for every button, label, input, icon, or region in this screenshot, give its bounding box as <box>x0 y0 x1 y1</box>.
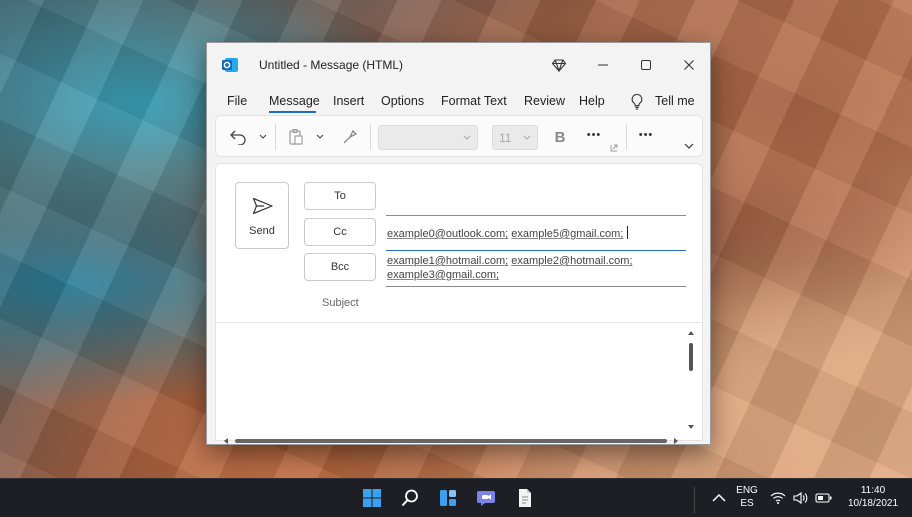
font-size-value: 11 <box>499 131 512 145</box>
cc-field[interactable]: example0@outlook.com; example5@gmail.com… <box>387 226 629 241</box>
send-button[interactable]: Send <box>235 182 289 249</box>
wifi-icon[interactable] <box>768 485 788 511</box>
language-top: ENG <box>736 485 758 496</box>
ribbon-divider <box>626 124 627 150</box>
bcc-recipient[interactable]: example2@hotmail.com; <box>511 255 632 267</box>
scroll-thumb[interactable] <box>689 343 693 371</box>
notepad-icon[interactable] <box>512 485 538 511</box>
tab-review[interactable]: Review <box>524 94 565 108</box>
tab-file[interactable]: File <box>227 94 247 108</box>
taskbar-divider <box>694 487 695 513</box>
font-size-select[interactable]: 11 <box>492 125 538 150</box>
bcc-field[interactable]: example1@hotmail.com; example2@hotmail.c… <box>387 254 633 282</box>
undo-icon[interactable] <box>228 127 248 147</box>
taskbar: ENG ES 11:40 10/18/2021 <box>0 478 912 517</box>
bcc-field-underline <box>386 286 686 287</box>
diamond-icon[interactable] <box>549 55 569 75</box>
cc-button[interactable]: Cc <box>304 218 376 246</box>
tab-insert[interactable]: Insert <box>333 94 364 108</box>
close-button[interactable] <box>679 55 699 75</box>
compose-pane: Send To Cc example0@outlook.com; example… <box>215 163 703 441</box>
window-title: Untitled - Message (HTML) <box>259 58 404 72</box>
ribbon-toolbar: 11 B ••• ••• <box>215 115 703 157</box>
volume-icon[interactable] <box>790 485 812 511</box>
title-bar: Untitled - Message (HTML) <box>207 43 710 87</box>
cc-field-underline <box>386 250 686 251</box>
clock-date: 10/18/2021 <box>847 498 899 509</box>
send-label: Send <box>249 225 275 237</box>
scroll-down-arrow-icon[interactable] <box>688 425 694 429</box>
maximize-button[interactable] <box>636 55 656 75</box>
to-field[interactable] <box>386 215 686 216</box>
more-font-options-button[interactable]: ••• <box>582 124 606 146</box>
tab-format-text[interactable]: Format Text <box>441 94 507 108</box>
bcc-recipient[interactable]: example1@hotmail.com; <box>387 255 508 267</box>
clock[interactable]: 11:40 10/18/2021 <box>842 484 904 510</box>
chevron-down-icon <box>463 135 471 140</box>
battery-icon[interactable] <box>813 485 835 511</box>
dialog-launcher-icon[interactable] <box>609 143 619 153</box>
paintbrush-icon[interactable] <box>340 127 360 147</box>
scroll-thumb[interactable] <box>235 439 667 443</box>
clock-time: 11:40 <box>860 485 886 496</box>
tab-message[interactable]: Message <box>269 94 320 108</box>
ribbon-divider <box>370 124 371 150</box>
search-icon[interactable] <box>397 485 423 511</box>
font-family-select[interactable] <box>378 125 478 150</box>
outlook-compose-window: Untitled - Message (HTML) File Message I… <box>206 42 711 445</box>
widgets-icon[interactable] <box>435 485 461 511</box>
horizontal-scrollbar[interactable] <box>221 433 681 444</box>
chevron-down-icon <box>523 135 531 140</box>
tab-options[interactable]: Options <box>381 94 424 108</box>
send-icon <box>252 197 273 215</box>
scroll-up-arrow-icon[interactable] <box>688 331 694 335</box>
expand-ribbon-chevron-icon[interactable] <box>682 140 696 152</box>
active-tab-indicator <box>269 111 316 113</box>
minimize-button[interactable] <box>593 55 613 75</box>
input-language[interactable]: ENG ES <box>733 484 761 510</box>
ribbon-tabs: File Message Insert Options Format Text … <box>207 91 710 113</box>
scroll-right-arrow-icon[interactable] <box>674 438 678 444</box>
tell-me-search[interactable]: Tell me <box>655 94 695 108</box>
scroll-left-arrow-icon[interactable] <box>224 438 228 444</box>
outlook-icon <box>222 58 238 72</box>
vertical-scrollbar[interactable] <box>686 328 696 432</box>
cc-recipient[interactable]: example0@outlook.com; <box>387 228 508 240</box>
bcc-button[interactable]: Bcc <box>304 253 376 281</box>
ribbon-divider <box>275 124 276 150</box>
text-caret <box>627 226 629 239</box>
more-commands-button[interactable]: ••• <box>634 124 658 146</box>
teams-chat-icon[interactable] <box>474 485 500 511</box>
start-windows-icon[interactable] <box>359 485 385 511</box>
language-bottom: ES <box>740 498 754 509</box>
show-hidden-icons-chevron-up-icon[interactable] <box>706 485 732 511</box>
clipboard-icon[interactable] <box>286 127 306 147</box>
paste-dropdown-chevron-icon[interactable] <box>315 132 325 142</box>
undo-dropdown-chevron-icon[interactable] <box>258 132 268 142</box>
subject-label: Subject <box>322 297 359 309</box>
bcc-recipient[interactable]: example3@gmail.com; <box>387 269 499 281</box>
tab-help[interactable]: Help <box>579 94 605 108</box>
to-button[interactable]: To <box>304 182 376 210</box>
cc-recipient[interactable]: example5@gmail.com; <box>511 228 623 240</box>
lightbulb-icon <box>631 93 643 110</box>
bold-button[interactable]: B <box>550 126 570 148</box>
body-separator <box>216 322 702 323</box>
